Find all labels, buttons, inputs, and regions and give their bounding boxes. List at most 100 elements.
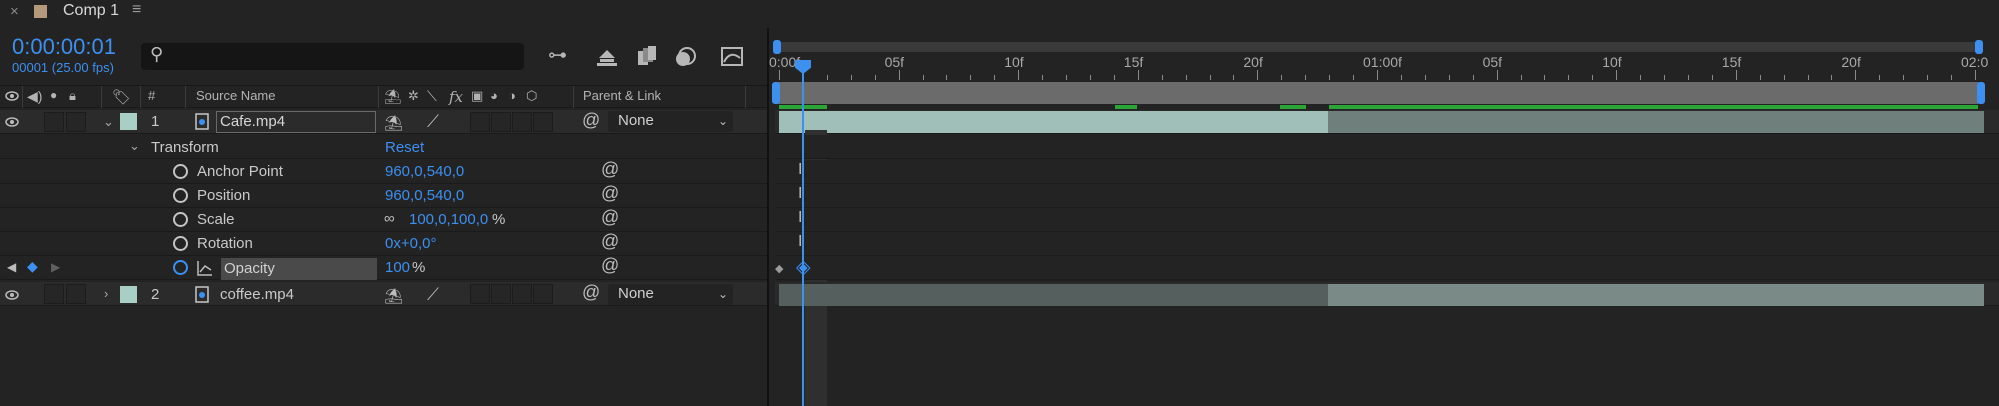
layer-2-quality-icon[interactable]: ⟋	[427, 285, 439, 305]
layer-2-solo-toggle[interactable]	[44, 284, 64, 304]
ruler-minor-tick	[1305, 75, 1307, 80]
rotation-label: Rotation	[197, 235, 253, 252]
timeline-row-rotation	[775, 232, 1999, 256]
transform-group-row[interactable]	[0, 135, 767, 159]
transform-collapse-chevron-icon[interactable]: ⌄	[129, 138, 140, 154]
opacity-stopwatch-icon[interactable]	[173, 260, 188, 275]
layer-1-name-field[interactable]: Cafe.mp4	[216, 111, 376, 133]
work-area-start-handle[interactable]	[772, 82, 780, 104]
rotation-value[interactable]: 0x+0,0°	[385, 235, 436, 252]
collapse-switch-header-icon[interactable]: ✲	[408, 88, 419, 104]
position-pick-whip-icon[interactable]: @	[601, 183, 619, 204]
source-name-header[interactable]: Source Name	[196, 88, 275, 103]
time-navigator-end-handle[interactable]	[1975, 40, 1983, 54]
position-value[interactable]: 960,0,540,0	[385, 187, 464, 204]
layer-2-label-color[interactable]	[120, 286, 137, 303]
ruler-label: 01:00f	[1363, 54, 1402, 70]
layer-1-pick-whip-icon[interactable]: @	[582, 110, 600, 131]
motion-blur-icon[interactable]	[673, 45, 697, 69]
opacity-value[interactable]: 100	[385, 259, 410, 276]
opacity-graph-icon[interactable]	[197, 260, 213, 276]
solo-switch-header-icon[interactable]: ●	[50, 88, 57, 102]
anchor-point-value[interactable]: 960,0,540,0	[385, 163, 464, 180]
layer-1-motion-blur-toggle[interactable]	[491, 112, 511, 132]
frame-blend-switch-header-icon[interactable]: ▣	[471, 88, 483, 104]
add-keyframe-icon[interactable]: ◆	[27, 258, 38, 275]
work-area-bar[interactable]	[775, 82, 1981, 104]
time-navigator-bar[interactable]	[773, 42, 1983, 52]
parent-link-header[interactable]: Parent & Link	[583, 88, 661, 103]
draft-3d-icon[interactable]	[595, 46, 619, 68]
constrain-proportions-link-icon[interactable]: ∞	[384, 210, 395, 227]
effect-switch-header-icon[interactable]: fx	[449, 88, 463, 106]
layer-1-adjustment-toggle[interactable]	[512, 112, 532, 132]
layer-2-expand-chevron-icon[interactable]: ›	[104, 286, 108, 301]
anchor-point-stopwatch-icon[interactable]	[173, 164, 188, 179]
motion-blur-switch-header-icon[interactable]: ◕	[490, 88, 498, 103]
scale-stopwatch-icon[interactable]	[173, 212, 188, 227]
adjustment-switch-header-icon[interactable]: ◑	[508, 88, 516, 103]
layer-2-3d-toggle[interactable]	[533, 284, 553, 304]
layer-1-lock-toggle[interactable]	[66, 112, 86, 132]
layer-2-motion-blur-toggle[interactable]	[491, 284, 511, 304]
label-header-icon[interactable]: 🏷︎	[112, 88, 131, 106]
rotation-pick-whip-icon[interactable]: @	[601, 231, 619, 252]
layer-2-parent-dropdown[interactable]: None ⌄	[608, 284, 733, 305]
layer-2-frame-blend-toggle[interactable]	[470, 284, 490, 304]
composition-tab-title[interactable]: Comp 1	[63, 2, 119, 20]
layer-1-frame-blend-toggle[interactable]	[470, 112, 490, 132]
ruler-minor-tick	[1568, 75, 1570, 80]
video-switch-header-icon[interactable]	[5, 90, 19, 102]
layer-2-number: 2	[151, 286, 160, 303]
quality-switch-header-icon[interactable]: ⟍	[427, 88, 437, 105]
lock-switch-header-icon[interactable]: 🔒︎	[69, 88, 76, 104]
time-navigator-start-handle[interactable]	[773, 40, 781, 54]
layer-2-shy-icon[interactable]: ⛱	[384, 287, 403, 305]
next-keyframe-icon[interactable]: ▶	[51, 260, 60, 274]
ruler-major-tick	[1975, 70, 1976, 80]
layer-search-input[interactable]	[141, 43, 524, 70]
layer-1-3d-toggle[interactable]	[533, 112, 553, 132]
layer-1-label-color[interactable]	[120, 113, 137, 130]
panel-menu-icon[interactable]: ≡	[132, 1, 141, 19]
ruler-major-tick	[1855, 70, 1857, 80]
scale-pick-whip-icon[interactable]: @	[601, 207, 619, 228]
layer-1-collapse-chevron-icon[interactable]: ⌄	[103, 114, 114, 130]
frame-blending-icon[interactable]	[636, 45, 658, 67]
audio-switch-header-icon[interactable]: ◀)	[27, 88, 42, 105]
layer-1-shy-icon[interactable]: ⛱	[384, 114, 403, 132]
3d-layer-switch-header-icon[interactable]: ⬡	[526, 88, 537, 104]
layer-2-visibility-icon[interactable]	[5, 289, 19, 301]
layer-2-adjustment-toggle[interactable]	[512, 284, 532, 304]
ruler-minor-tick	[1711, 75, 1713, 80]
layer-1-quality-icon[interactable]: ⟋	[427, 112, 439, 132]
ruler-label: 10f	[1602, 54, 1622, 70]
ruler-minor-tick	[1161, 75, 1163, 80]
current-timecode[interactable]: 0:00:00:01	[12, 34, 116, 60]
scale-value[interactable]: 100,0,100,0	[409, 211, 488, 228]
previous-keyframe-icon[interactable]: ◀	[7, 260, 16, 274]
anchor-point-pick-whip-icon[interactable]: @	[601, 159, 619, 180]
property-row-anchor-point	[0, 160, 767, 184]
comp-flowchart-icon[interactable]: ⊶	[548, 44, 567, 67]
shy-switch-header-icon[interactable]: ⛱	[384, 88, 402, 105]
current-time-indicator-line[interactable]	[802, 70, 804, 406]
opacity-keyframe-before-icon[interactable]: ◆	[775, 262, 783, 275]
layer-2-name[interactable]: coffee.mp4	[220, 286, 294, 303]
opacity-pick-whip-icon[interactable]: @	[601, 255, 619, 276]
layer-1-visibility-icon[interactable]	[5, 116, 19, 128]
layer-1-solo-toggle[interactable]	[44, 112, 64, 132]
position-stopwatch-icon[interactable]	[173, 188, 188, 203]
rotation-stopwatch-icon[interactable]	[173, 236, 188, 251]
ruler-minor-tick	[1353, 75, 1355, 80]
transform-reset-link[interactable]: Reset	[385, 139, 424, 156]
work-area-end-handle[interactable]	[1977, 82, 1985, 104]
layer-2-lock-toggle[interactable]	[66, 284, 86, 304]
layer-2-pick-whip-icon[interactable]: @	[582, 282, 600, 303]
search-icon[interactable]: ⚲	[150, 44, 163, 65]
layer-1-parent-dropdown[interactable]: None ⌄	[608, 111, 733, 132]
layer-2-clip-bar[interactable]	[779, 284, 1328, 306]
close-tab-icon[interactable]: ×	[10, 3, 19, 20]
graph-editor-icon[interactable]	[720, 44, 746, 68]
layer-1-clip-bar[interactable]	[779, 111, 1328, 133]
